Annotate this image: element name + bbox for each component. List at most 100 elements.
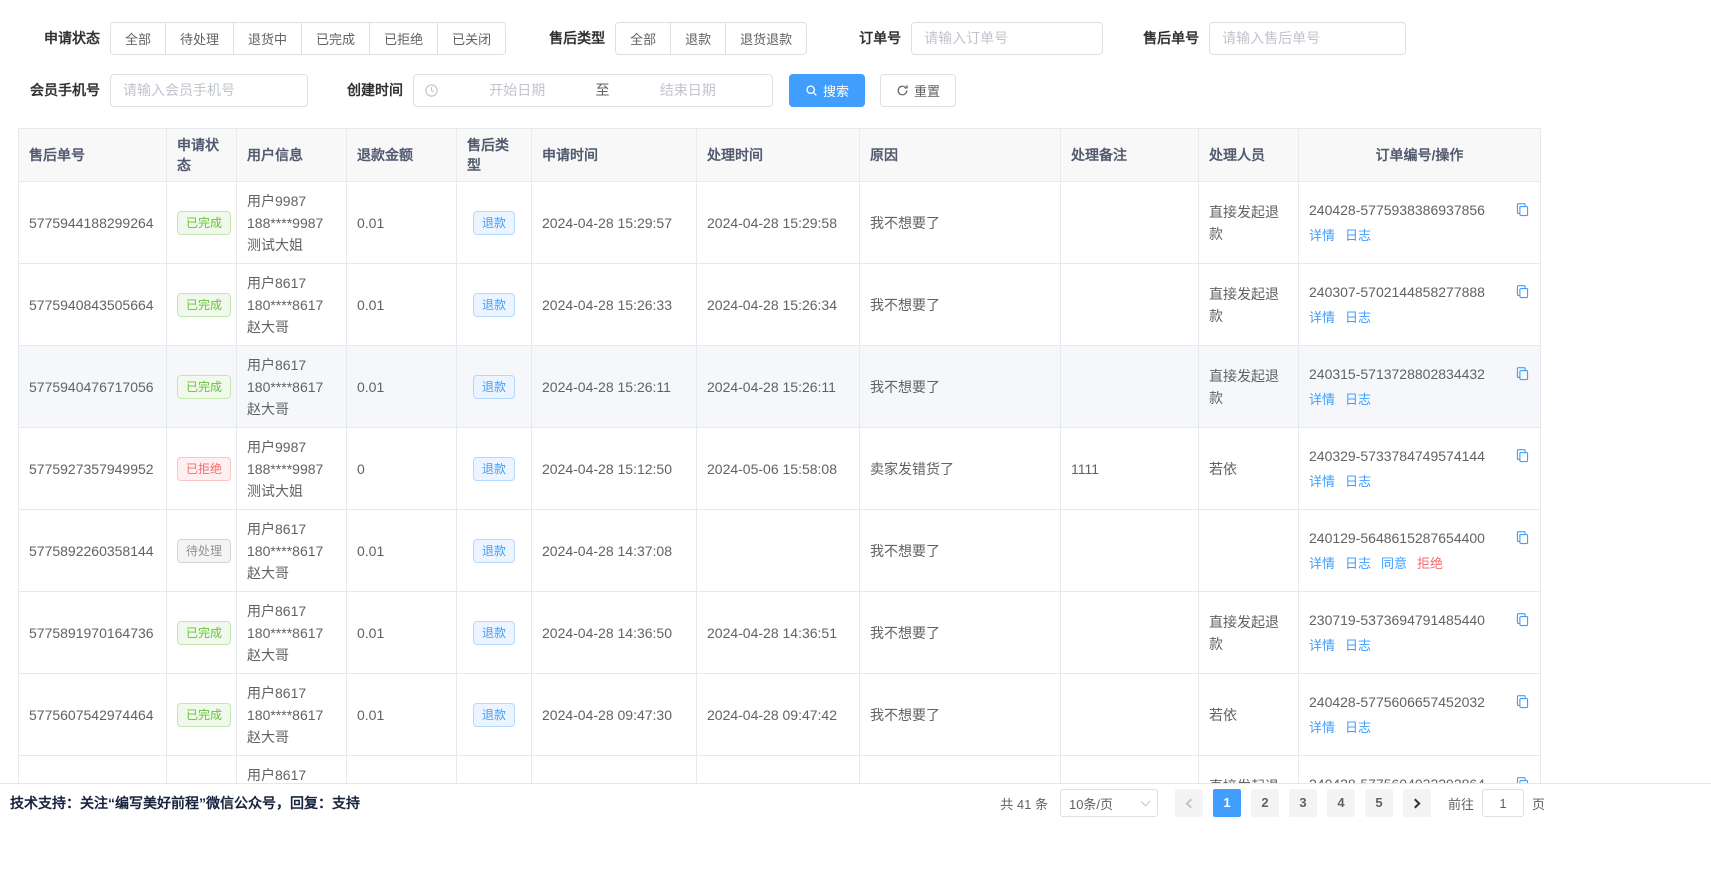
user-info-line: 用户8617 [247, 518, 336, 540]
aftersale-type-badge: 退款 [473, 457, 515, 481]
page-button-1[interactable]: 1 [1213, 789, 1241, 817]
aftersale-type-option[interactable]: 全部 [615, 22, 671, 55]
handler-cell: 直接发起退款 [1199, 756, 1299, 784]
action-detail-link[interactable]: 详情 [1309, 553, 1335, 575]
aftersale-type-badge: 退款 [473, 621, 515, 645]
copy-icon[interactable] [1515, 776, 1530, 783]
create-time-range-picker[interactable]: 至 [413, 74, 773, 107]
action-log-link[interactable]: 日志 [1345, 717, 1371, 739]
chevron-right-icon [1411, 798, 1421, 808]
aftersale-no-cell [19, 756, 167, 784]
next-page-button[interactable] [1403, 789, 1431, 817]
apply-time-cell: 2024-04-28 14:36:50 [532, 592, 697, 674]
action-log-link[interactable]: 日志 [1345, 471, 1371, 493]
reset-button-label: 重置 [914, 81, 940, 100]
reason-cell [860, 756, 1061, 784]
aftersale-type-badge: 退款 [473, 211, 515, 235]
pagination: 共 41 条 10条/页 12345 前往 页 [1000, 789, 1545, 817]
aftersale-no-cell: 5775892260358144 [19, 510, 167, 592]
refund-amount-cell: 0.01 [347, 674, 457, 756]
action-reject-link[interactable]: 拒绝 [1417, 553, 1443, 575]
page-button-3[interactable]: 3 [1289, 789, 1317, 817]
copy-icon[interactable] [1515, 694, 1530, 709]
page-button-5[interactable]: 5 [1365, 789, 1393, 817]
aftersale-type-option[interactable]: 退款 [670, 22, 726, 55]
handle-time-cell: 2024-04-28 09:47:42 [697, 674, 860, 756]
copy-icon[interactable] [1515, 530, 1530, 545]
apply-time-cell: 2024-04-28 15:26:33 [532, 264, 697, 346]
user-info-line: 赵大哥 [247, 644, 336, 666]
chevron-left-icon [1186, 798, 1196, 808]
user-info-line: 用户9987 [247, 190, 336, 212]
aftersale-no-cell: 5775927357949952 [19, 428, 167, 510]
aftersale-type-option[interactable]: 退货退款 [725, 22, 807, 55]
action-detail-link[interactable]: 详情 [1309, 225, 1335, 247]
copy-icon[interactable] [1515, 448, 1530, 463]
action-detail-link[interactable]: 详情 [1309, 389, 1335, 411]
order-actions-cell: 240129-5648615287654400详情日志同意拒绝 [1299, 510, 1541, 592]
page-size-select[interactable]: 10条/页 [1060, 789, 1158, 817]
handler-cell: 若依 [1199, 428, 1299, 510]
apply-status-option[interactable]: 全部 [110, 22, 166, 55]
filter-aftersale-type: 售后类型 全部退款退货退款 [549, 22, 807, 55]
action-log-link[interactable]: 日志 [1345, 307, 1371, 329]
user-info-line: 用户8617 [247, 272, 336, 294]
apply-status-option[interactable]: 已完成 [301, 22, 370, 55]
order-line: 240428-5775606657452032 [1309, 691, 1530, 713]
order-line: 240329-5733784749574144 [1309, 445, 1530, 467]
prev-page-button[interactable] [1175, 789, 1203, 817]
page-button-2[interactable]: 2 [1251, 789, 1279, 817]
page-button-4[interactable]: 4 [1327, 789, 1355, 817]
refresh-icon [896, 84, 909, 97]
order-no: 240428-5775606657452032 [1309, 691, 1485, 713]
action-links: 详情日志 [1309, 471, 1530, 493]
aftersale-no-input[interactable] [1209, 22, 1406, 55]
action-approve-link[interactable]: 同意 [1381, 553, 1407, 575]
action-detail-link[interactable]: 详情 [1309, 717, 1335, 739]
column-header-handle-remark: 处理备注 [1061, 129, 1199, 182]
status-cell: 已完成 [167, 346, 237, 428]
apply-status-option[interactable]: 已关闭 [437, 22, 506, 55]
refund-amount-cell [347, 756, 457, 784]
apply-status-option[interactable]: 待处理 [165, 22, 234, 55]
action-log-link[interactable]: 日志 [1345, 389, 1371, 411]
order-actions-cell: 240428-5775604032292864详情日志 [1299, 756, 1541, 784]
aftersale-no-cell: 5775940843505664 [19, 264, 167, 346]
apply-status-option[interactable]: 退货中 [233, 22, 302, 55]
refund-amount-cell: 0.01 [347, 264, 457, 346]
start-date-input[interactable] [443, 82, 592, 98]
table-row: 5775891970164736已完成用户8617180****8617赵大哥0… [19, 592, 1541, 674]
action-log-link[interactable]: 日志 [1345, 225, 1371, 247]
action-detail-link[interactable]: 详情 [1309, 307, 1335, 329]
order-no-input[interactable] [911, 22, 1103, 55]
copy-icon[interactable] [1515, 612, 1530, 627]
order-actions-cell: 240329-5733784749574144 详情日志 [1299, 428, 1541, 510]
status-badge: 已完成 [177, 703, 231, 727]
end-date-input[interactable] [614, 82, 763, 98]
action-log-link[interactable]: 日志 [1345, 635, 1371, 657]
filter-row-2: 会员手机号 创建时间 至 搜索 [30, 64, 1711, 116]
order-no: 240315-5713728802834432 [1309, 363, 1485, 385]
member-phone-input[interactable] [110, 74, 308, 107]
remark-cell [1061, 346, 1199, 428]
reset-button[interactable]: 重置 [880, 74, 956, 107]
member-phone-label: 会员手机号 [30, 80, 100, 100]
copy-icon[interactable] [1515, 366, 1530, 381]
search-button-label: 搜索 [823, 81, 849, 100]
user-info-line: 180****8617 [247, 540, 336, 562]
action-links: 详情日志 [1309, 225, 1530, 247]
table-row: 5775927357949952已拒绝用户9987188****9987测试大姐… [19, 428, 1541, 510]
apply-status-option[interactable]: 已拒绝 [369, 22, 438, 55]
copy-icon[interactable] [1515, 202, 1530, 217]
action-log-link[interactable]: 日志 [1345, 553, 1371, 575]
page-jump-input[interactable] [1482, 789, 1524, 817]
type-cell: 退款 [457, 510, 532, 592]
handler-cell [1199, 510, 1299, 592]
order-line: 230719-5373694791485440 [1309, 609, 1530, 631]
action-detail-link[interactable]: 详情 [1309, 471, 1335, 493]
copy-icon[interactable] [1515, 284, 1530, 299]
reason-cell: 我不想要了 [860, 674, 1061, 756]
type-cell: 退款 [457, 756, 532, 784]
action-detail-link[interactable]: 详情 [1309, 635, 1335, 657]
search-button[interactable]: 搜索 [789, 74, 865, 107]
